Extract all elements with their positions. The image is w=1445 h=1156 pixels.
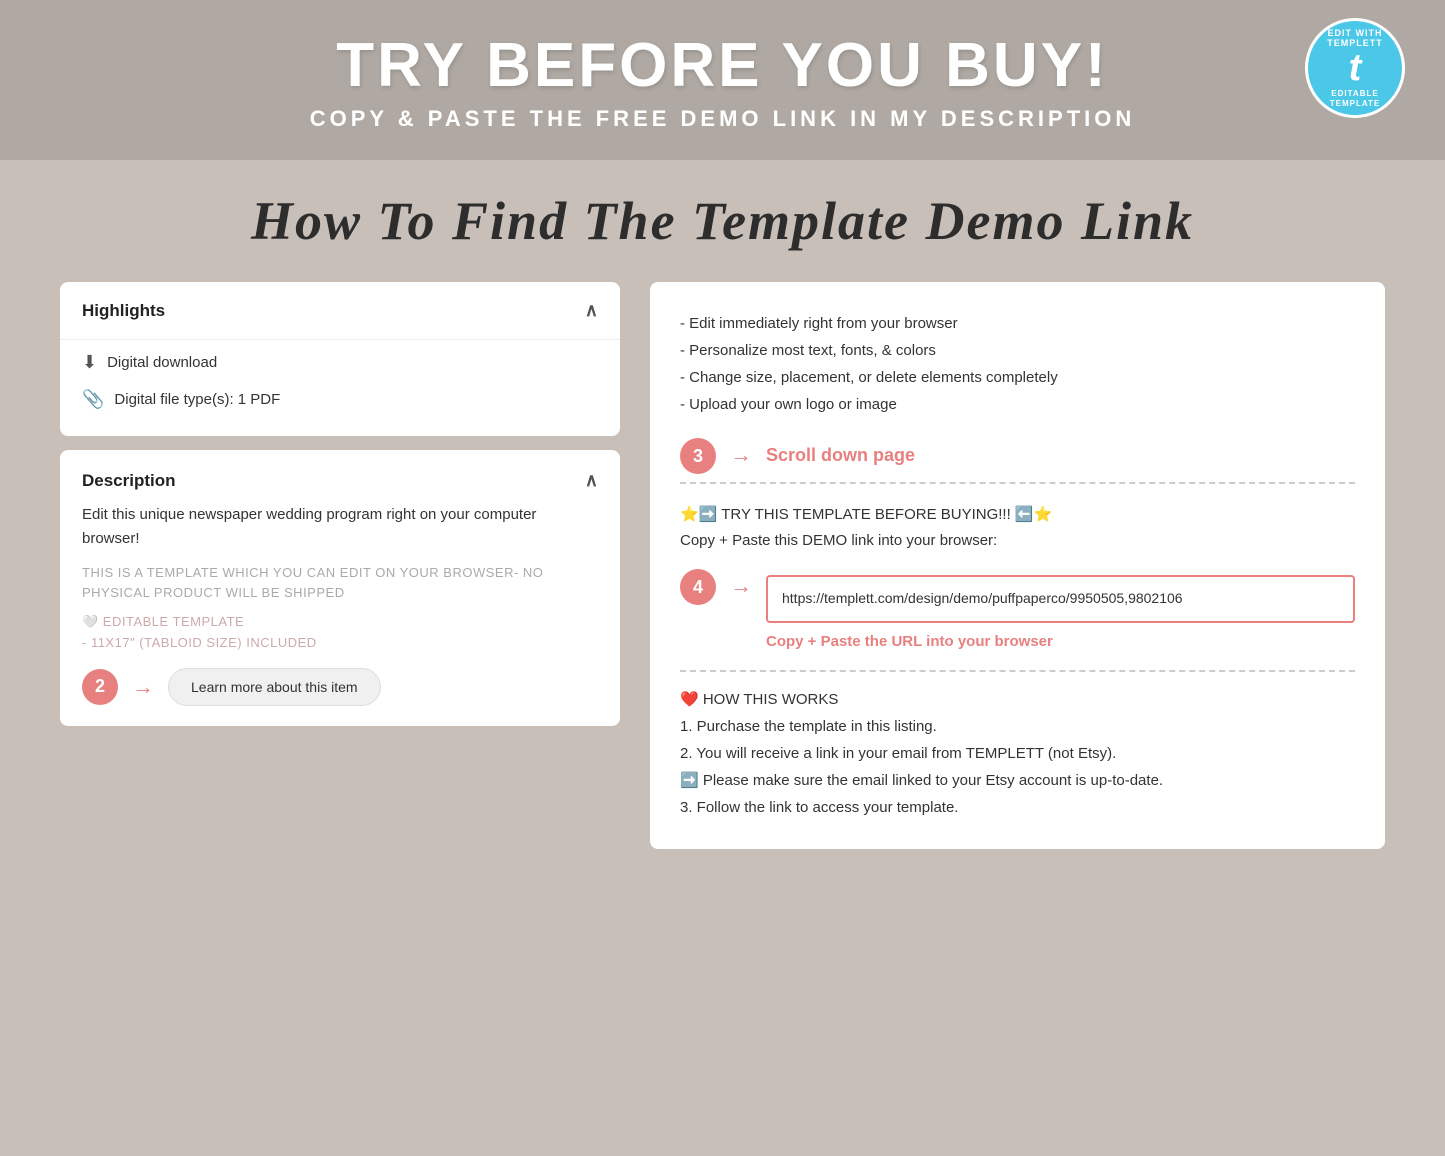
desc-section2-chevron-icon[interactable]: ∧ [585,470,598,491]
demo-url[interactable]: https://templett.com/design/demo/puffpap… [766,575,1355,623]
feature-item-2: - Personalize most text, fonts, & colors [680,337,1355,364]
desc-text-header: Description ∧ [82,470,598,491]
two-col-layout: Highlights ∧ ⬇ Digital download 📎 Digita… [60,282,1385,849]
highlight-item-filetype: 📎 Digital file type(s): 1 PDF [82,381,598,418]
how-works-step1: 1. Purchase the template in this listing… [680,713,1355,740]
how-to-title: How To Find The Template Demo Link [60,190,1385,252]
description-text-card: Description ∧ Edit this unique newspaper… [60,450,620,726]
step3-arrow-icon: → [730,436,752,473]
features-list: - Edit immediately right from your brows… [680,310,1355,418]
desc-section2-label: Description [82,471,176,491]
editable-note: 🤍 EDITABLE TEMPLATE- 11x17" (Tabloid Siz… [82,612,598,654]
templett-badge-top: EDIT WITHtemplett [1327,28,1383,50]
how-this-works: ❤️ HOW THIS WORKS 1. Purchase the templa… [680,686,1355,821]
desc-template-note: THIS IS A TEMPLATE WHICH YOU CAN EDIT ON… [82,563,598,602]
header-subtitle: COPY & PASTE THE FREE DEMO LINK IN MY DE… [20,106,1425,132]
templett-badge-bottom: EDITABLETEMPLATE [1330,89,1381,108]
step4-row: 4 → https://templett.com/design/demo/puf… [680,567,1355,660]
left-column: Highlights ∧ ⬇ Digital download 📎 Digita… [60,282,620,740]
right-column: - Edit immediately right from your brows… [650,282,1385,849]
how-works-step4: 3. Follow the link to access your templa… [680,794,1355,821]
try-template-line1: ⭐➡️ TRY THIS TEMPLATE BEFORE BUYING!!! ⬅… [680,502,1355,528]
learn-more-row: 2 → Learn more about this item [82,668,598,706]
step4-content: https://templett.com/design/demo/puffpap… [766,567,1355,660]
highlight-download-text: Digital download [107,354,217,371]
highlights-chevron-icon[interactable]: ∧ [585,300,598,321]
paperclip-icon: 📎 [82,389,104,410]
how-works-step3: ➡️ Please make sure the email linked to … [680,767,1355,794]
desc-body-text: Edit this unique newspaper wedding progr… [82,503,598,551]
dashed-divider-1 [680,482,1355,484]
step3-circle: 3 [680,438,716,474]
try-template-section: ⭐➡️ TRY THIS TEMPLATE BEFORE BUYING!!! ⬅… [680,502,1355,553]
step3-row: 3 → Scroll down page [680,436,1355,474]
download-icon: ⬇ [82,352,97,373]
step4-arrow-icon: → [730,567,752,604]
feature-item-1: - Edit immediately right from your brows… [680,310,1355,337]
highlights-card: Highlights ∧ ⬇ Digital download 📎 Digita… [60,282,620,436]
step4-circle: 4 [680,569,716,605]
templett-t-icon: t [1349,49,1362,87]
try-template-line2: Copy + Paste this DEMO link into your br… [680,528,1355,554]
section-divider [680,670,1355,672]
feature-item-4: - Upload your own logo or image [680,391,1355,418]
header-banner: TRY BEFORE YOU BUY! COPY & PASTE THE FRE… [0,0,1445,160]
highlight-filetype-text: Digital file type(s): 1 PDF [114,391,280,408]
highlights-label: Highlights [82,301,165,321]
learn-more-button[interactable]: Learn more about this item [168,668,381,706]
how-works-title: ❤️ HOW THIS WORKS [680,686,1355,713]
feature-item-3: - Change size, placement, or delete elem… [680,364,1355,391]
step2-circle: 2 [82,669,118,705]
main-content: How To Find The Template Demo Link Highl… [0,160,1445,879]
highlights-content: ⬇ Digital download 📎 Digital file type(s… [60,339,620,436]
templett-badge: EDIT WITHtemplett t EDITABLETEMPLATE [1305,18,1405,118]
scroll-down-text: Scroll down page [766,440,915,471]
highlight-item-download: ⬇ Digital download [82,344,598,381]
how-works-step2: 2. You will receive a link in your email… [680,740,1355,767]
highlights-header: Highlights ∧ [60,282,620,339]
header-title: TRY BEFORE YOU BUY! [20,32,1425,100]
step2-arrow-icon: → [132,674,154,700]
copy-paste-label: Copy + Paste the URL into your browser [766,629,1355,655]
